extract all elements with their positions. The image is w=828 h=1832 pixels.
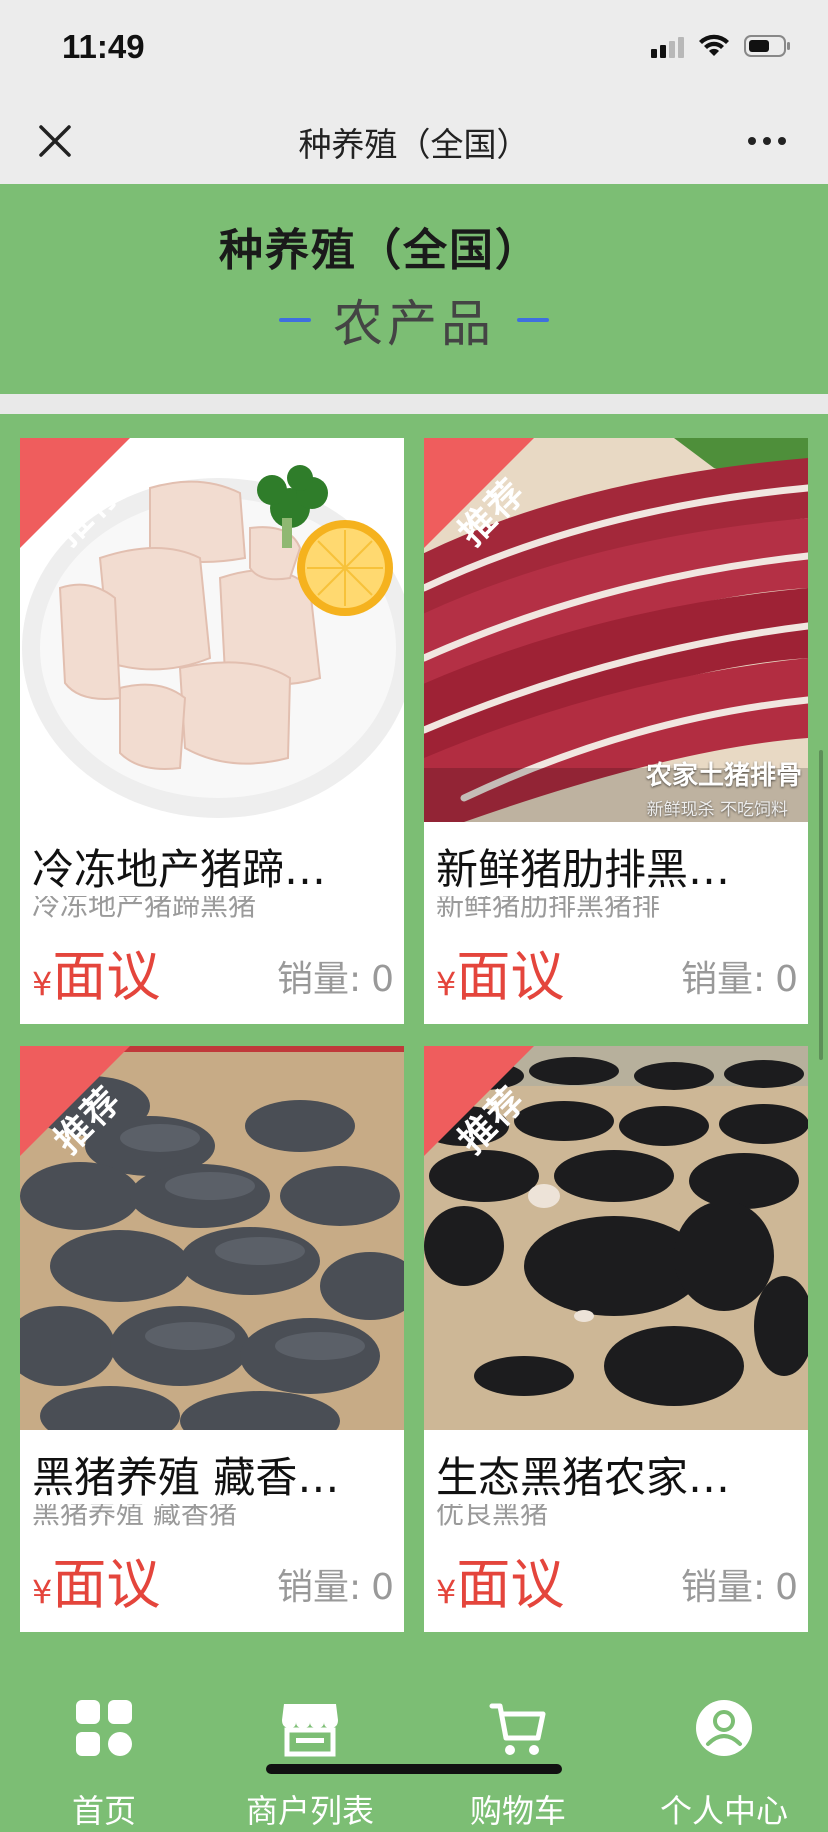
banner-title: 种养殖（全国） [219, 225, 541, 276]
signal-icon [651, 34, 684, 58]
product-card[interactable]: 推荐 生态黑猪农家… 优良黑猪 ¥ 面议 销量: 0 [424, 1046, 808, 1632]
banner-subtitle: 农产品 [0, 284, 828, 356]
image-caption-small: 新鲜现杀 不吃饲料 [646, 800, 788, 820]
product-image-pork-ribs: 推荐 农家土猪排骨 新鲜现杀 不吃饲料 [424, 438, 808, 822]
product-image-black-piglets: 推荐 [20, 1046, 404, 1430]
product-price: ¥ 面议 [32, 1553, 161, 1616]
product-price: ¥ 面议 [32, 945, 161, 1008]
banner-subtitle-text: 农产品 [333, 295, 495, 353]
tab-merchants[interactable]: 商户列表 [240, 1698, 380, 1830]
product-desc: 黑猪养殖 藏香猪 [32, 1504, 237, 1530]
tab-cart-label: 购物车 [469, 1792, 566, 1830]
nav-title: 种养殖（全国） [298, 125, 530, 164]
home-indicator[interactable] [266, 1764, 562, 1774]
product-desc: 新鲜猪肋排黑猪排 [436, 896, 661, 922]
product-name: 黑猪养殖 藏香… [32, 1453, 340, 1502]
tab-home-label: 首页 [71, 1792, 136, 1830]
tab-profile[interactable]: 个人中心 [654, 1698, 794, 1830]
cart-icon [489, 1703, 546, 1755]
status-icons [651, 34, 792, 58]
product-sales: 销量: 0 [276, 1567, 394, 1608]
product-card[interactable]: 推荐 冷冻地产猪蹄… 冷冻地产猪蹄黑猪 ¥ 面议 销量: 0 [20, 438, 404, 1024]
tab-home[interactable]: 首页 [34, 1698, 174, 1830]
product-name: 新鲜猪肋排黑… [436, 845, 731, 894]
tab-merchants-label: 商户列表 [245, 1792, 374, 1830]
product-name: 冷冻地产猪蹄… [32, 845, 327, 894]
image-caption: 农家土猪排骨 [645, 761, 802, 791]
product-price: ¥ 面议 [436, 1553, 565, 1616]
product-price: ¥ 面议 [436, 945, 565, 1008]
user-icon [696, 1700, 752, 1756]
product-desc: 冷冻地产猪蹄黑猪 [32, 896, 257, 922]
header-banner: 种养殖（全国） 农产品 [0, 184, 828, 394]
product-name: 生态黑猪农家… [436, 1453, 731, 1502]
more-icon[interactable] [742, 120, 792, 162]
divider-strip [0, 394, 828, 414]
dash-right [517, 318, 549, 322]
product-sales: 销量: 0 [276, 959, 394, 1000]
grid-icon [76, 1700, 132, 1756]
product-sales: 销量: 0 [680, 1567, 798, 1608]
status-time: 11:49 [62, 28, 145, 65]
product-image-pig-trotters: 推荐 [20, 438, 404, 822]
product-sales: 销量: 0 [680, 959, 798, 1000]
product-desc: 优良黑猪 [436, 1504, 549, 1530]
product-image-black-pig-herd: 推荐 [424, 1046, 808, 1430]
tab-cart[interactable]: 购物车 [448, 1698, 588, 1830]
nav-bar: 种养殖（全国） [0, 98, 828, 185]
battery-icon [744, 34, 792, 58]
store-icon [282, 1704, 338, 1757]
product-card[interactable]: 推荐 黑猪养殖 藏香… 黑猪养殖 藏香猪 ¥ 面议 销量: 0 [20, 1046, 404, 1632]
scrollbar[interactable] [819, 750, 823, 1060]
status-bar: 11:49 [0, 0, 828, 98]
product-card[interactable]: 推荐 农家土猪排骨 新鲜现杀 不吃饲料 新鲜猪肋排黑… 新鲜猪肋排黑猪排 ¥ 面议… [424, 438, 808, 1024]
dash-left [279, 318, 311, 322]
tab-profile-label: 个人中心 [659, 1792, 788, 1830]
wifi-icon [698, 34, 730, 58]
